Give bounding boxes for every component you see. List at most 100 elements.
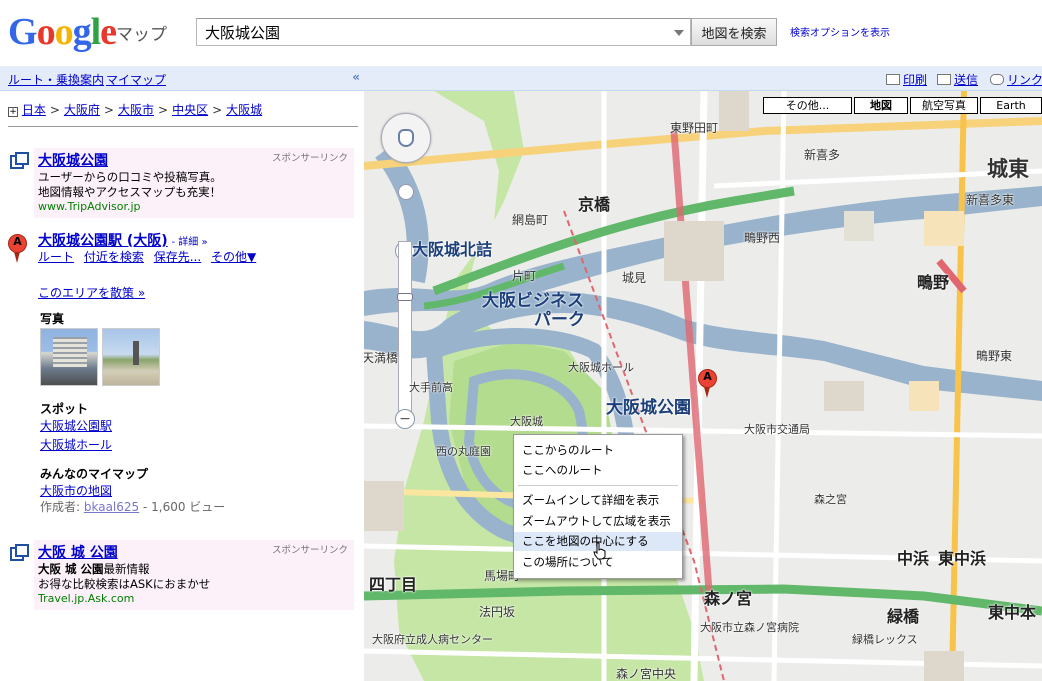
map-label: 大手前高 — [409, 381, 453, 394]
map-label: 森ノ宮 — [704, 589, 753, 608]
map-label: 大阪府立成人病センター — [372, 633, 493, 646]
result-title[interactable]: 大阪城公園駅 (大阪) — [38, 233, 168, 249]
map-label: 東野田町 — [670, 121, 719, 135]
map-label: 城見 — [622, 271, 647, 285]
pan-control[interactable] — [381, 113, 431, 163]
print-link[interactable]: 印刷 — [886, 71, 927, 88]
expand-icon[interactable]: + — [8, 107, 18, 117]
map-label: 中浜 — [897, 549, 930, 568]
sponsor-label: スポンサーリンク — [271, 153, 348, 164]
map-label: 鴫野西 — [744, 231, 781, 245]
ad-description-1: 大阪 城 公園最新情報 — [38, 562, 150, 576]
ad-description-1: ユーザーからの口コミや投稿写真。 — [38, 170, 222, 184]
map-canvas[interactable]: その他... 地図 航空写真 Earth + − 京橋 大阪城北詰 大阪ビジネス… — [364, 91, 1042, 681]
breadcrumb-osaka-shi[interactable]: 大阪市 — [118, 103, 154, 117]
menu-item-zoom-in[interactable]: ズームインして詳細を表示 — [514, 491, 682, 510]
map-label: 森ノ宮中央 — [616, 667, 677, 681]
map-label: 天満橋 — [364, 351, 399, 365]
breadcrumb-osaka-fu[interactable]: 大阪府 — [64, 103, 100, 117]
sponsored-result: 大阪 城 公園 大阪 城 公園最新情報 お得な比較検索はASKにおまかせ Tra… — [34, 540, 354, 610]
street-view-icon[interactable] — [398, 184, 414, 200]
map-type-map-button[interactable]: 地図 — [854, 97, 908, 114]
left-panel: ルート・乗換案内 マイマップ « + 日本 > 大阪府 > 大阪市 > 中央区 > 大阪城 大阪… — [0, 66, 364, 681]
menu-item-route-to-here[interactable]: ここへのルート — [514, 461, 682, 480]
map-label: 城東 — [987, 157, 1029, 181]
author-link[interactable]: bkaal625 — [84, 500, 139, 514]
map-label: 森之宮 — [814, 493, 847, 506]
mail-icon — [937, 74, 951, 85]
map-label: 鴫野 — [917, 273, 950, 292]
mymap-link[interactable]: マイマップ — [106, 71, 166, 88]
photos-heading: 写真 — [40, 312, 65, 326]
chain-link-icon — [990, 74, 1004, 85]
map-label: 東中本 — [988, 603, 1037, 622]
route-action[interactable]: ルート — [38, 250, 74, 264]
search-history-dropdown[interactable] — [668, 19, 690, 45]
mymap-meta: 作成者: bkaal625 - 1,600 ビュー — [40, 500, 226, 514]
map-marker-a-icon[interactable]: A — [698, 369, 717, 399]
google-logo[interactable]: Google マップ — [8, 10, 167, 53]
breadcrumb-chuo-ku[interactable]: 中央区 — [172, 103, 208, 117]
menu-item-route-from-here[interactable]: ここからのルート — [514, 441, 682, 460]
product-name: マップ — [116, 25, 167, 45]
search-maps-button[interactable]: 地図を検索 — [691, 18, 777, 46]
menu-divider — [518, 485, 678, 486]
explore-area-link[interactable]: このエリアを散策 » — [38, 284, 145, 301]
ad-description-2: お得な比較検索はASKにおまかせ — [38, 577, 211, 591]
map-label: 西の丸庭園 — [436, 445, 491, 458]
map-type-satellite-button[interactable]: 航空写真 — [910, 97, 978, 114]
save-to-action[interactable]: 保存先... — [154, 250, 201, 264]
sponsored-result: 大阪城公園 ユーザーからの口コミや投稿写真。 地図情報やアクセスマップも充実！ … — [34, 148, 354, 218]
map-label: 緑橋 — [887, 607, 920, 626]
menu-item-zoom-out[interactable]: ズームアウトして広域を表示 — [514, 512, 682, 531]
breadcrumb: + 日本 > 大阪府 > 大阪市 > 中央区 > 大阪城 — [8, 103, 263, 117]
collapse-panel-icon[interactable]: « — [352, 70, 360, 84]
map-label: 緑橋レックス — [852, 633, 918, 646]
header: Google マップ 地図を検索 検索オプションを表示 — [0, 0, 1042, 66]
map-toolbar: 印刷 送信 リンク — [364, 66, 1042, 91]
map-label: 新喜多東 — [966, 193, 1015, 207]
map-label: 鴫野東 — [976, 349, 1013, 363]
zoom-slider-handle[interactable] — [397, 293, 413, 301]
map-label: 大阪城公園 — [606, 398, 691, 418]
map-label: 東中浜 — [938, 549, 987, 568]
ad-url: www.TripAdvisor.jp — [38, 200, 141, 213]
route-link[interactable]: ルート・乗換案内 — [8, 71, 104, 88]
map-label: 大阪市交通局 — [744, 423, 810, 436]
result-marker-a-icon[interactable]: A — [8, 234, 27, 264]
photo-thumbnail[interactable] — [102, 328, 160, 386]
result-detail-link[interactable]: - 詳細 » — [172, 237, 208, 248]
spots-heading: スポット — [40, 402, 89, 416]
divider — [8, 126, 358, 127]
hand-cursor-icon — [593, 542, 606, 560]
more-map-types-button[interactable]: その他... — [763, 97, 852, 114]
result-actions: ルート 付近を検索 保存先... その他▼ — [38, 248, 256, 265]
breadcrumb-osakajo[interactable]: 大阪城 — [226, 103, 262, 117]
spot-link[interactable]: 大阪城公園駅 — [40, 417, 112, 434]
more-action[interactable]: その他▼ — [211, 250, 256, 264]
map-label: 大阪城 — [510, 415, 543, 428]
map-label: 大阪城北詰 — [412, 240, 493, 259]
breadcrumb-japan[interactable]: 日本 — [22, 103, 46, 117]
print-icon — [886, 74, 900, 85]
search-nearby-action[interactable]: 付近を検索 — [84, 250, 144, 264]
spot-link[interactable]: 大阪城ホール — [40, 436, 112, 453]
result-header: 大阪城公園駅 (大阪) - 詳細 » — [38, 230, 208, 250]
zoom-out-button[interactable]: − — [395, 409, 415, 429]
map-label: 法円坂 — [479, 605, 516, 619]
mymap-result-link[interactable]: 大阪市の地図 — [40, 482, 112, 499]
link-link[interactable]: リンク — [990, 71, 1042, 88]
search-options-link[interactable]: 検索オプションを表示 — [790, 24, 890, 39]
send-link[interactable]: 送信 — [937, 71, 978, 88]
map-label: 大阪市立森ノ宮病院 — [700, 621, 799, 634]
ad-url: Travel.jp.Ask.com — [38, 592, 135, 605]
hand-icon — [398, 129, 414, 147]
map-label: 京橋 — [578, 195, 611, 214]
photo-thumbnail[interactable] — [40, 328, 98, 386]
map-label: 四丁目 — [369, 575, 418, 594]
left-panel-tabs: ルート・乗換案内 マイマップ « — [0, 66, 364, 91]
sponsored-link-icon — [10, 152, 29, 169]
map-type-earth-button[interactable]: Earth — [980, 97, 1042, 114]
map-label: パーク — [534, 310, 585, 330]
search-input[interactable] — [196, 18, 691, 46]
